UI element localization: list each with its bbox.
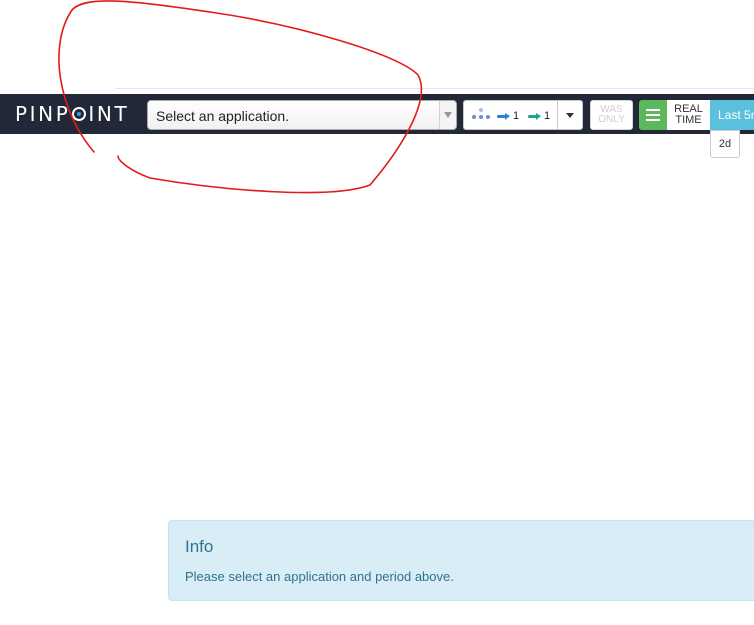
application-select[interactable]: Select an application. — [147, 100, 457, 130]
inbound-arrow-icon — [497, 113, 510, 121]
was-only-button[interactable]: WAS ONLY — [590, 100, 633, 130]
logo-text-start: PINP — [15, 102, 71, 126]
info-panel: Info Please select an application and pe… — [168, 520, 754, 601]
logo-text-end: INT — [88, 102, 130, 126]
inbound-depth: 1 — [497, 110, 519, 122]
inbound-depth-value: 1 — [513, 110, 520, 122]
depth-dropdown-caret-icon[interactable] — [557, 101, 582, 129]
range-option-2d[interactable]: 2d — [710, 130, 740, 158]
chevron-down-icon[interactable] — [439, 101, 456, 129]
was-only-label-line2: ONLY — [598, 114, 625, 125]
outbound-depth: 1 — [528, 110, 550, 122]
last-period-button[interactable]: Last 5m — [710, 100, 754, 130]
server-map-depth-control[interactable]: 1 1 — [463, 100, 583, 130]
realtime-label-line2: TIME — [675, 114, 702, 126]
top-divider — [116, 88, 754, 89]
outbound-depth-value: 1 — [544, 110, 551, 122]
outbound-arrow-icon — [528, 113, 541, 121]
pinpoint-logo[interactable]: PINP INT — [15, 102, 130, 126]
info-message: Please select an application and period … — [185, 569, 454, 584]
list-view-button[interactable] — [639, 100, 667, 130]
logo-o-mark-icon — [72, 107, 87, 121]
realtime-button[interactable]: REAL TIME — [667, 100, 710, 130]
info-title: Info — [185, 537, 214, 556]
node-dots-icon — [472, 107, 492, 123]
application-select-value: Select an application. — [156, 108, 290, 124]
list-icon — [646, 109, 660, 121]
